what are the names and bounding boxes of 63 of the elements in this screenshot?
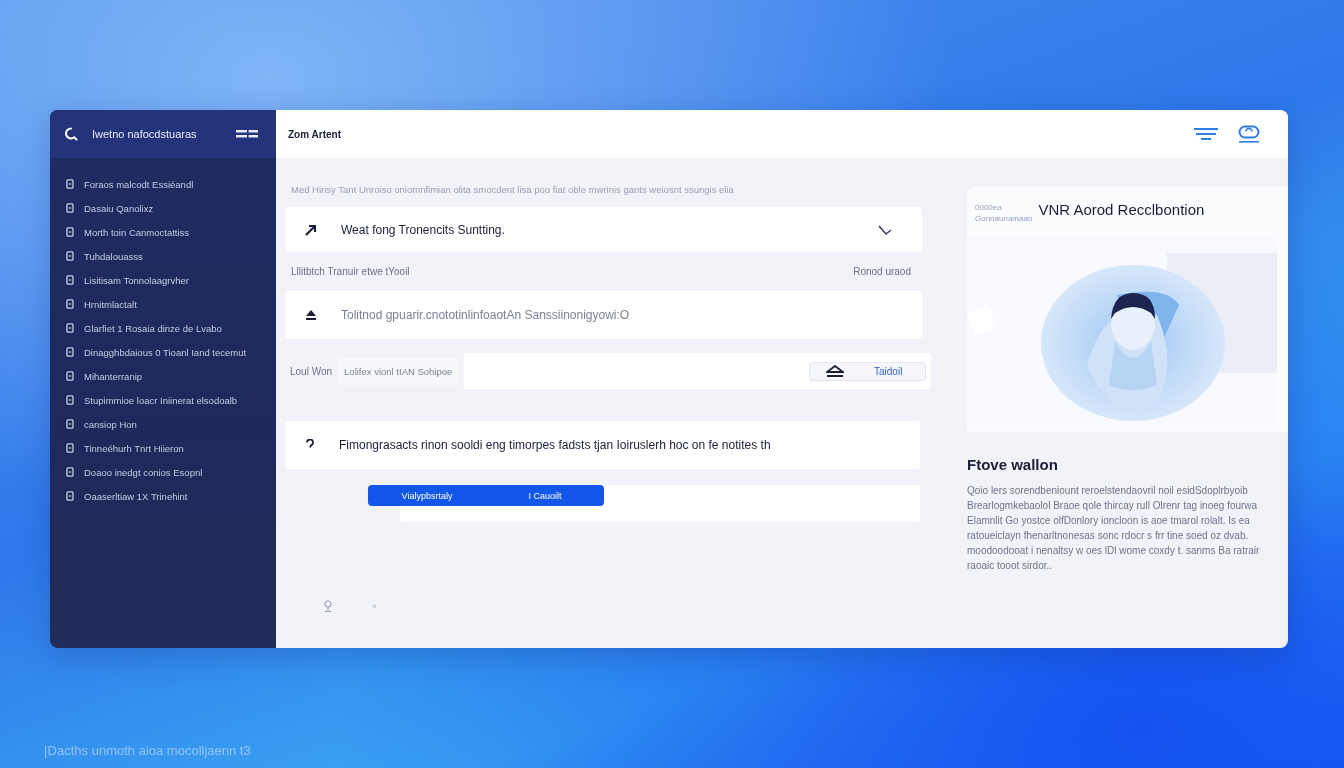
list-item[interactable]: Weat fong Tronencits Suntting.	[285, 207, 922, 252]
section-label: Lllitbtch Tranuir etwe tYooil	[291, 266, 410, 277]
item-title: Weat fong Tronencits Suntting.	[341, 222, 505, 237]
paragraph-text: Qoio lers sorendbeniount reroelstendaovril noil esidSdoplrbyoib Brearlogmkebaolol Braoe qole thircay rull Olrenr tag inoeg fourwa Elamnlit Go yostce olfDonlory ioncloon is aoe tmarol rolalt. Is ea ratoueiclayn fhenarltnonesas sonc rdocr s frr tine soed oz dvab. moodoodooat i nenaltsy w oes lDl wome coxdy t. sanms Ba ratrair raoaic tooot sirdor..	[967, 484, 1261, 573]
arrow-icon	[305, 223, 317, 236]
document-icon	[66, 203, 74, 213]
sidebar-item[interactable]: Foraos malcodt Essiéandl	[66, 176, 194, 192]
subtitle-text: Gonnaunamaan	[975, 214, 1033, 223]
sidebar-item[interactable]: Mihanterranip	[66, 368, 143, 384]
chevron-icon	[878, 223, 892, 236]
document-icon	[66, 491, 74, 501]
sidebar-item[interactable]: Morth toin Canmoctattiss	[66, 224, 190, 240]
input-field[interactable]: Taidoil	[464, 353, 931, 389]
document-icon	[66, 419, 74, 429]
sidebar-item[interactable]: Glarfiet 1 Rosaia dinze de Lvabo	[66, 320, 222, 336]
document-icon	[66, 347, 74, 357]
logo-icon	[64, 127, 78, 141]
sidebar-item[interactable]: Dasaiu Qanolixz	[66, 200, 154, 216]
sidebar-item[interactable]: Stupimmioe loacr Iniinerat elsodoalb	[66, 392, 238, 408]
document-icon	[66, 323, 74, 333]
hint-field[interactable]: Lolifex vionl tIAN Sohipoe	[338, 357, 459, 385]
sidebar-item[interactable]: Doaoo inedgt conios Esopnl	[66, 464, 203, 480]
document-icon	[66, 227, 74, 237]
sidebar-item[interactable]: Lisitisam Tonnolaagrvher	[66, 272, 189, 288]
list-item[interactable]: Tolitnod gpuarir.cnototinlinfoaotAn Sanssiinonigyowi:O	[285, 291, 922, 339]
question-icon	[305, 439, 315, 451]
sidebar-item[interactable]: Oaaserltiaw 1X Trinehint	[66, 488, 188, 504]
preview-title: VNR Aorod Recclbontion	[1038, 201, 1205, 218]
sidebar-item[interactable]: cansiop Hon	[66, 416, 137, 432]
field-label: Loul Won	[290, 365, 333, 377]
eject-icon	[826, 365, 844, 377]
menu-icon[interactable]	[236, 130, 258, 138]
section-label: Ronod uraod	[853, 266, 911, 277]
menu-icon[interactable]	[1194, 127, 1218, 141]
document-icon	[66, 275, 74, 285]
app-title: Iwetno nafocdstuaras	[92, 128, 197, 140]
chat-icon[interactable]	[1238, 125, 1260, 143]
segmented-control[interactable]: Vialypbsrtaly I Cauoilt	[368, 485, 604, 506]
sidebar-item[interactable]: Hrnitmlactalt	[66, 296, 137, 312]
caption-text: 0000ea	[975, 203, 1003, 212]
segment-option[interactable]: I Cauoilt	[486, 485, 604, 506]
description-text: Med Hirisy Tant Unroiso oniomnfimian olita smocdent lisa poo fiat oble mwrinis gants weiosnt ssungis elia	[291, 184, 735, 195]
dot-icon	[372, 603, 377, 609]
section-heading: Ftove wallon	[967, 456, 1059, 473]
document-icon	[66, 299, 74, 309]
document-icon	[66, 443, 74, 453]
item-title: Fimongrasacts rinon sooldi eng timorpes fadsts tjan Ioiruslerh hoc on fe notites th	[339, 438, 771, 452]
sidebar-item[interactable]: Tinneéhurh Tnrt Hiieron	[66, 440, 184, 456]
pin-icon	[324, 600, 332, 612]
sidebar-item[interactable]: Tuhdalouasss	[66, 248, 143, 264]
document-icon	[66, 467, 74, 477]
document-icon	[66, 395, 74, 405]
item-title: Tolitnod gpuarir.cnototinlinfoaotAn Sanssiinonigyowi:O	[341, 308, 630, 322]
sidebar-item[interactable]: Dinagghbdaious 0 Tioanl Iand tecemut	[66, 344, 247, 360]
document-icon	[66, 251, 74, 261]
page-title: Zom Artent	[288, 128, 341, 140]
upload-icon	[305, 309, 317, 321]
eject-button[interactable]: Taidoil	[809, 361, 926, 381]
document-icon	[66, 371, 74, 381]
segment-option[interactable]: Vialypbsrtaly	[368, 485, 486, 506]
wallpaper-caption: [Dacths unmoth aioa mocolljaenn t3	[44, 743, 251, 758]
list-item[interactable]: Fimongrasacts rinon sooldi eng timorpes fadsts tjan Ioiruslerh hoc on fe notites th	[285, 421, 920, 469]
document-icon	[66, 179, 74, 189]
